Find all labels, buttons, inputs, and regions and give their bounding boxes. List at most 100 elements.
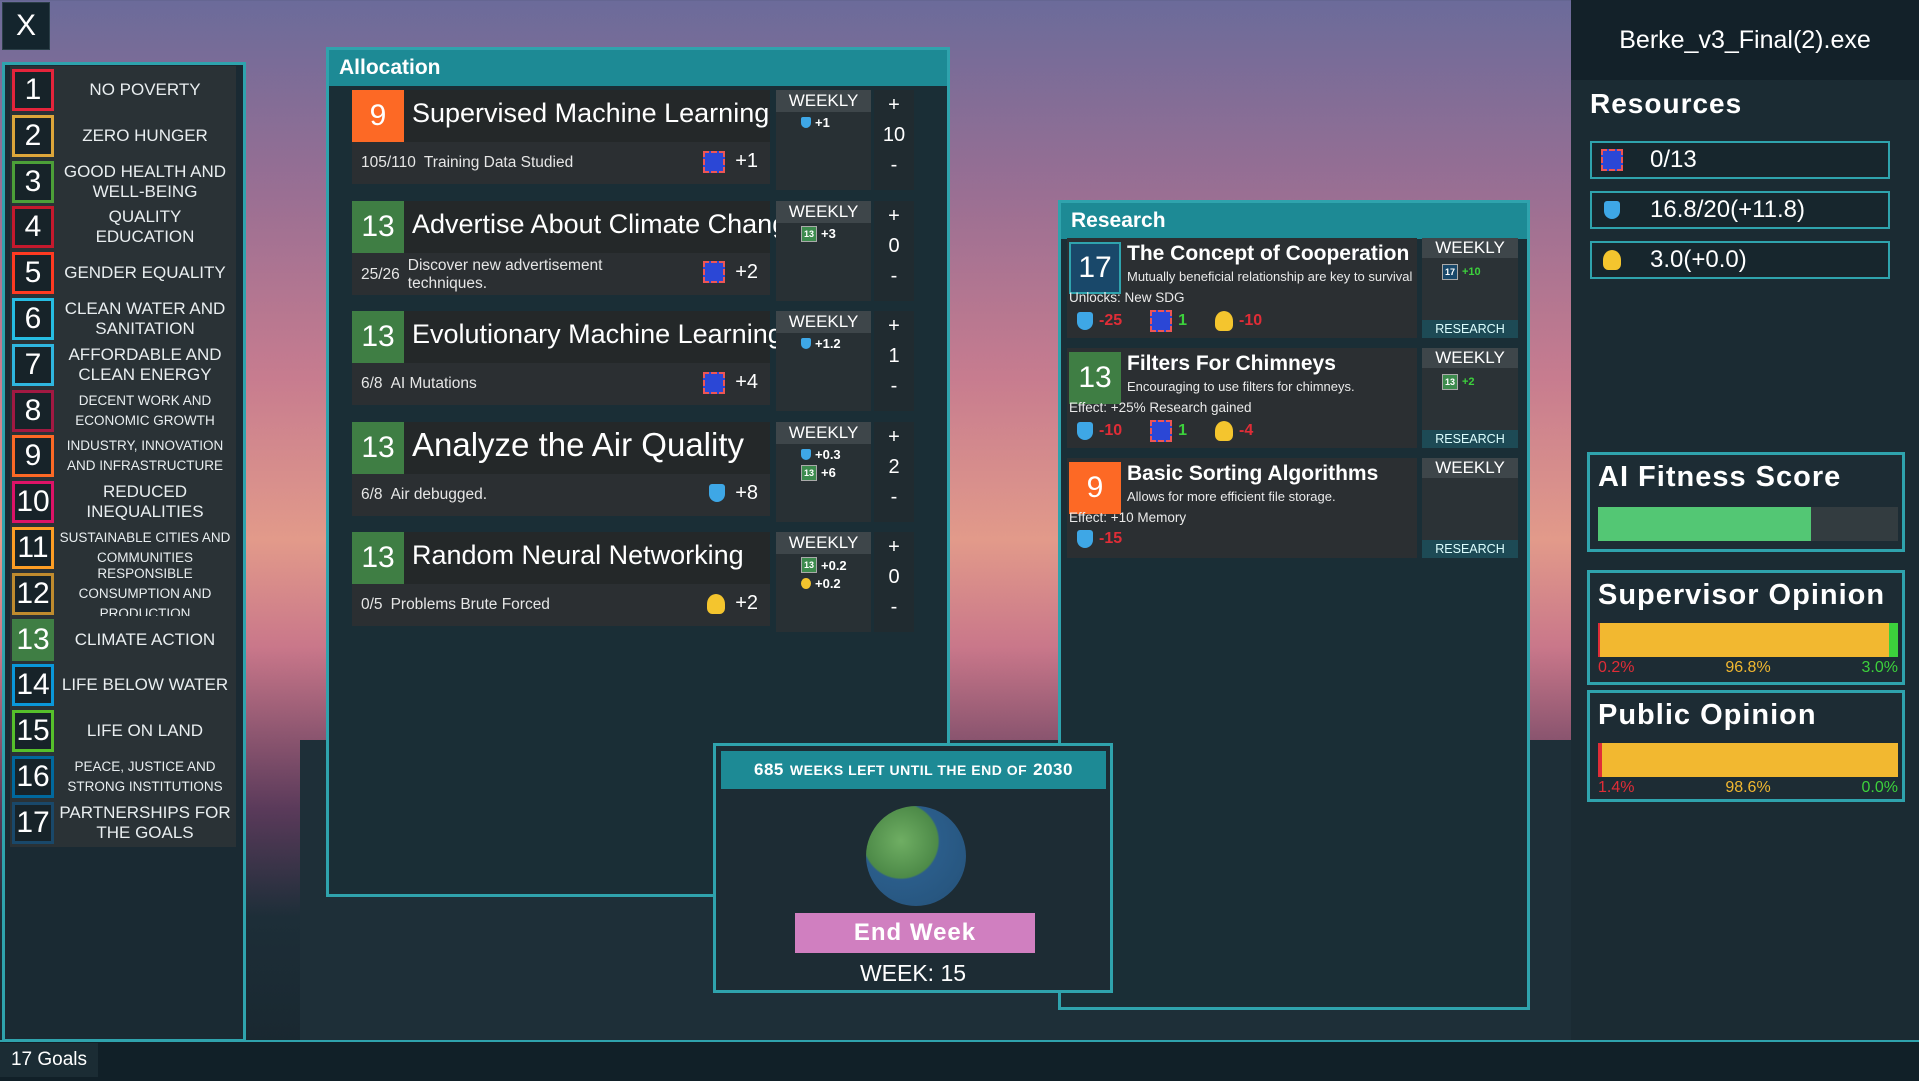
decrease-button[interactable]: - — [874, 592, 914, 622]
increase-button[interactable]: + — [874, 532, 914, 562]
resources-title: Resources — [1590, 88, 1743, 119]
sdg-label: PARTNERSHIPS FOR THE GOALS — [59, 802, 231, 842]
ai-fitness-panel: AI Fitness Score — [1587, 452, 1905, 552]
allocation-weekly: WEEKLY +0.3 13 +6 — [776, 421, 871, 522]
allocation-card-body: 13 Advertise About Climate Change 25/26 Dis… — [352, 200, 802, 295]
allocation-bonus-value: +2 — [735, 592, 758, 614]
chip-icon — [1601, 149, 1623, 171]
supervisor-panel: Supervisor Opinion 0.2% 96.8% 3.0% — [1587, 570, 1905, 685]
week-counter: WEEK: 15 — [859, 960, 967, 986]
ai-fitness-title: AI Fitness Score — [1598, 461, 1842, 493]
end-week-button[interactable]: End Week — [795, 913, 1035, 953]
sdg-item[interactable]: 1 NO POVERTY — [10, 66, 236, 114]
allocation-progress: 6/8 — [361, 485, 383, 503]
chip-icon — [703, 371, 726, 394]
bulb-icon — [707, 593, 726, 614]
sdg17-icon: 17 — [1442, 264, 1458, 280]
weeks-left-header: 685 WEEKS LEFT UNTIL THE END OF 2030 — [721, 751, 1106, 789]
research-cost-value: -15 — [1099, 530, 1123, 547]
sdg-item[interactable]: 3 GOOD HEALTH AND WELL-BEING — [10, 157, 236, 206]
weekly-yield-value: +0.3 — [815, 446, 841, 462]
goals-tab[interactable]: 17 Goals — [0, 1043, 98, 1077]
decrease-button[interactable]: - — [874, 482, 914, 512]
sdg-item[interactable]: 4 QUALITY EDUCATION — [10, 203, 236, 252]
resource-row: 16.8/20(+11.8) — [1590, 191, 1890, 229]
weekly-yield-value: +10 — [1462, 266, 1481, 278]
allocation-desc-text: Training Data Studied — [423, 154, 574, 171]
research-button[interactable]: RESEARCH — [1422, 320, 1518, 338]
allocation-sdg-badge: 13 — [352, 311, 404, 363]
sdg-item[interactable]: 5 GENDER EQUALITY — [10, 249, 236, 298]
flask-icon — [1077, 422, 1093, 440]
allocation-title: Random Neural Networking — [412, 540, 744, 570]
allocation-bonus: +4 — [703, 371, 758, 394]
supervisor-neutral: 96.8% — [1725, 659, 1771, 676]
allocation-desc: 6/8 Air debugged. — [361, 486, 487, 504]
sdg-number: 13 — [12, 618, 54, 661]
resource-icon-wrap — [1592, 250, 1632, 270]
sdg-item[interactable]: 14 LIFE BELOW WATER — [10, 661, 236, 710]
close-button[interactable]: X — [2, 2, 50, 50]
sdg-item[interactable]: 6 CLEAN WATER AND SANITATION — [10, 295, 236, 343]
allocation-bonus-value: +1 — [735, 150, 758, 172]
increase-button[interactable]: + — [874, 90, 914, 120]
ai-fitness-bar — [1598, 507, 1898, 541]
sdg-item[interactable]: 9 INDUSTRY, INNOVATION AND INFRASTRUCTURE — [10, 432, 236, 481]
allocation-weekly: WEEKLY 13 +0.2 +0.2 — [776, 532, 871, 632]
allocation-card-header: 9 Supervised Machine Learning — [352, 90, 770, 142]
decrease-button[interactable]: - — [874, 261, 914, 291]
research-effect: Effect: +25% Research gained — [1069, 400, 1252, 415]
allocation-bonus-value: +2 — [735, 260, 758, 283]
sdg-item[interactable]: 2 ZERO HUNGER — [10, 111, 236, 160]
supervisor-positive-fill — [1889, 623, 1898, 657]
allocation-weekly: WEEKLY +1 — [776, 90, 871, 190]
allocation-weekly: WEEKLY +1.2 — [776, 311, 871, 411]
allocation-card-header: 13 Analyze the Air Quality — [352, 421, 770, 474]
allocation-bonus-value: +4 — [735, 371, 758, 393]
research-button[interactable]: RESEARCH — [1422, 430, 1518, 448]
sdg-item[interactable]: 7 AFFORDABLE AND CLEAN ENERGY — [10, 340, 236, 389]
sdg-item[interactable]: 13 CLIMATE ACTION — [10, 615, 236, 664]
decrease-button[interactable]: - — [874, 150, 914, 180]
weekly-yield-value: +0.2 — [815, 576, 841, 591]
sdg13-icon: 13 — [801, 557, 817, 573]
allocation-bonus: +2 — [707, 592, 758, 615]
sdg-item[interactable]: 10 REDUCED INEQUALITIES — [10, 478, 236, 527]
allocation-sdg-badge: 9 — [352, 90, 404, 142]
allocation-sdg-badge: 13 — [352, 532, 404, 584]
allocation-count: 10 — [882, 124, 906, 146]
research-title: The Concept of Cooperation — [1127, 242, 1410, 265]
decrease-button[interactable]: - — [874, 371, 914, 401]
weekly-label: WEEKLY — [776, 200, 871, 223]
sdg-item[interactable]: 16 PEACE, JUSTICE AND STRONG INSTITUTIONS — [10, 753, 236, 801]
weekly-yield: +1.2 — [801, 336, 871, 351]
allocation-count: 2 — [888, 455, 900, 478]
flask-icon — [801, 117, 811, 128]
resource-icon-wrap — [1592, 201, 1632, 219]
sdg-label: ZERO HUNGER — [82, 125, 208, 145]
sdg-label: SUSTAINABLE CITIES AND COMMUNITIES — [59, 530, 231, 565]
weekly-yield: +0.2 — [801, 576, 871, 591]
allocation-title: Analyze the Air Quality — [412, 425, 744, 463]
allocation-desc: 105/110 Training Data Studied — [361, 154, 573, 172]
allocation-progress: 25/26 — [361, 265, 400, 283]
sdg-item[interactable]: 8 DECENT WORK AND ECONOMIC GROWTH — [10, 386, 236, 435]
increase-button[interactable]: + — [874, 201, 914, 231]
research-card: 9 Basic Sorting Algorithms Allows for more… — [1067, 458, 1521, 563]
research-cost-value: -25 — [1099, 312, 1123, 329]
sdg-number: 3 — [12, 160, 54, 203]
supervisor-values: 0.2% 96.8% 3.0% — [1598, 659, 1898, 677]
sdg-item[interactable]: 17 PARTNERSHIPS FOR THE GOALS — [10, 798, 236, 847]
increase-button[interactable]: + — [874, 311, 914, 341]
increase-button[interactable]: + — [874, 422, 914, 452]
sdg-label: GENDER EQUALITY — [64, 263, 226, 283]
weekly-label: WEEKLY — [776, 90, 871, 112]
sdg-item[interactable]: 12 RESPONSIBLE CONSUMPTION AND PRODUCTION — [10, 566, 236, 621]
allocation-card: 13 Advertise About Climate Change 25/26Dis… — [352, 200, 917, 301]
public-positive: 0.0% — [1861, 779, 1898, 796]
research-button[interactable]: RESEARCH — [1422, 540, 1518, 558]
resource-value: 0/13 — [1650, 146, 1697, 173]
sdg-number: 16 — [12, 756, 54, 798]
sdg-number: 14 — [12, 664, 54, 707]
sdg-item[interactable]: 15 LIFE ON LAND — [10, 707, 236, 756]
